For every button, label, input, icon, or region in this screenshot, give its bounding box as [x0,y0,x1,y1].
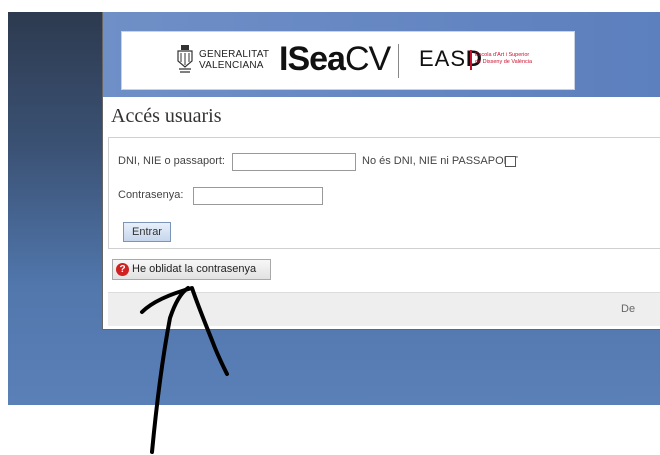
easd-subtitle-line2: de Disseny de València [475,59,533,65]
iseacv-logo-bold: ISea [279,40,346,78]
no-id-checkbox[interactable] [505,156,516,167]
page-footer: De [108,292,660,326]
easd-logo: EASD [419,45,483,73]
easd-logo-light: EAS [419,46,467,71]
footer-text: De [621,303,636,315]
help-icon: ? [116,263,129,276]
generalitat-line1: GENERALITAT [199,49,270,60]
easd-subtitle-line1: Escola d'Art i Superior [475,52,530,58]
page-header: GENERALITAT VALENCIANA ISeaCV EASD Escol… [103,12,660,97]
forgot-password-button[interactable]: ? He oblidat la contrasenya [112,259,271,280]
generalitat-crest-icon [177,45,193,73]
forgot-password-label: He oblidat la contrasenya [132,263,257,275]
id-label: DNI, NIE o passaport: [118,155,225,167]
no-id-label: No és DNI, NIE ni PASSAPORT [362,155,519,167]
iseacv-logo: ISeaCV [279,40,391,78]
password-input[interactable] [193,187,323,205]
password-label: Contrasenya: [118,189,184,201]
easd-red-bar [470,50,472,70]
id-input[interactable] [232,153,356,171]
easd-subtitle: Escola d'Art i Superior de Disseny de Va… [475,52,532,66]
page-title: Accés usuaris [111,105,222,127]
browser-window: GENERALITAT VALENCIANA ISeaCV EASD Escol… [102,12,660,330]
generalitat-logo-text: GENERALITAT VALENCIANA [199,49,269,71]
logo-banner: GENERALITAT VALENCIANA ISeaCV EASD Escol… [121,31,575,90]
submit-button[interactable]: Entrar [123,222,171,242]
iseacv-logo-light: CV [344,40,391,78]
login-form: DNI, NIE o passaport: No és DNI, NIE ni … [108,137,660,249]
desktop-background: GENERALITAT VALENCIANA ISeaCV EASD Escol… [8,12,660,405]
generalitat-line2: VALENCIANA [199,60,264,71]
logo-separator [398,44,399,78]
